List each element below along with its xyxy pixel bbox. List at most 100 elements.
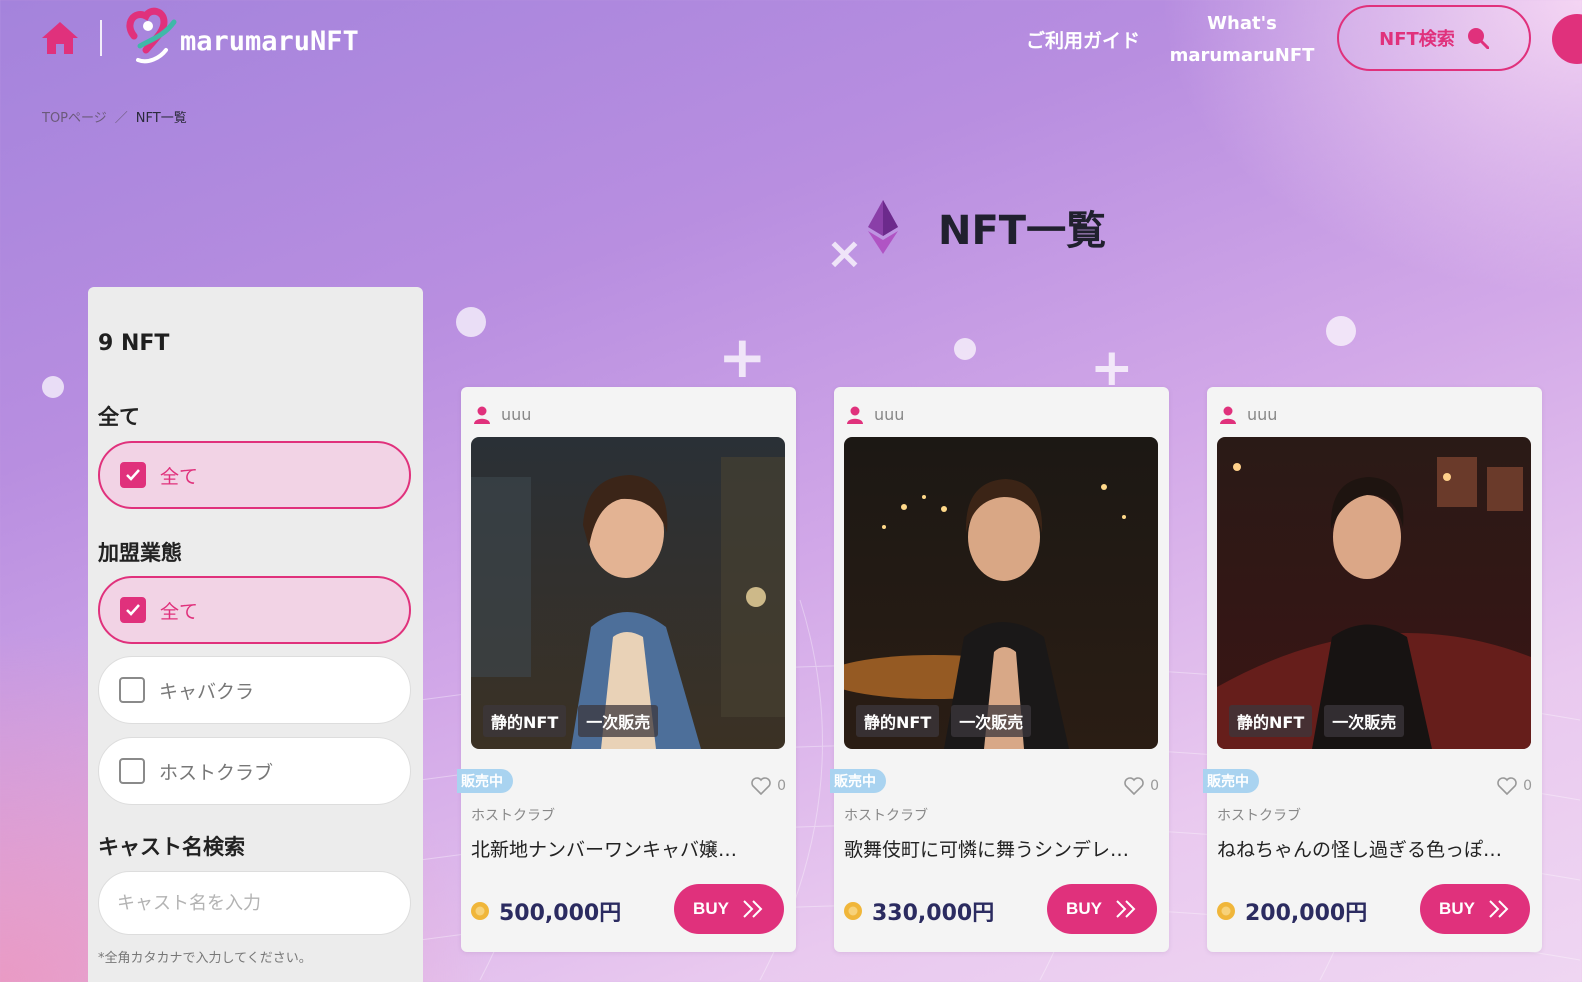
checkbox-unchecked-icon[interactable]	[119, 677, 145, 703]
filter-all-label: 全て	[160, 465, 199, 488]
buy-label: BUY	[693, 899, 729, 918]
like-count: 0	[1523, 778, 1532, 794]
card-owner: uuu	[846, 405, 904, 424]
card-category: ホストクラブ	[844, 808, 928, 824]
user-icon	[847, 406, 863, 424]
price-value: 500,000円	[499, 901, 622, 926]
nav-guide-link[interactable]: ご利用ガイド	[1026, 26, 1140, 53]
filter-business-hostclub-label: ホストクラブ	[159, 761, 274, 784]
checkbox-unchecked-icon[interactable]	[119, 758, 145, 784]
site-logo[interactable]: marumaruNFT	[120, 4, 359, 72]
price-value: 330,000円	[872, 901, 995, 926]
heart-icon[interactable]	[1497, 777, 1517, 795]
site-header: marumaruNFT ご利用ガイド What's marumaruNFT NF…	[0, 0, 1582, 80]
tag-primary-sale: 一次販売	[951, 705, 1032, 737]
double-chevron-right-icon	[743, 900, 763, 918]
like-counter[interactable]: 0	[1124, 777, 1159, 795]
card-price: 330,000円	[844, 895, 994, 927]
heart-icon[interactable]	[1124, 777, 1144, 795]
coin-icon	[471, 902, 489, 920]
like-counter[interactable]: 0	[1497, 777, 1532, 795]
card-price: 200,000円	[1217, 895, 1367, 927]
tag-static-nft: 静的NFT	[483, 705, 567, 737]
coin-icon	[844, 902, 862, 920]
logo-mark-icon	[126, 7, 177, 64]
card-owner-name: uuu	[874, 405, 905, 424]
breadcrumb: TOPページ ／ NFT一覧	[42, 107, 187, 126]
coin-icon	[1217, 902, 1235, 920]
breadcrumb-separator: ／	[114, 111, 128, 126]
cast-search-note: *全角カタカナで入力してください。	[98, 951, 312, 966]
breadcrumb-top-link[interactable]: TOPページ	[42, 107, 107, 126]
like-counter[interactable]: 0	[751, 777, 786, 795]
nft-count: 9 NFT	[98, 331, 170, 356]
tag-primary-sale: 一次販売	[1324, 705, 1405, 737]
page-title: NFT一覧	[938, 208, 1107, 254]
nft-image[interactable]: 静的NFT 一次販売	[844, 437, 1158, 749]
ethereum-icon	[868, 200, 898, 254]
filter-business-all-label: 全て	[160, 600, 199, 623]
card-price: 500,000円	[471, 895, 621, 927]
like-count: 0	[1150, 778, 1159, 794]
cast-search-input[interactable]	[98, 871, 411, 935]
card-category: ホストクラブ	[471, 808, 555, 824]
page-title-block: NFT一覧	[868, 198, 1106, 256]
buy-button[interactable]: BUY	[1047, 884, 1157, 934]
nft-image[interactable]: 静的NFT 一次販売	[471, 437, 785, 749]
user-icon	[1220, 406, 1236, 424]
nft-search-button[interactable]: NFT検索	[1337, 5, 1531, 71]
filter-business-cabaret-label: キャバクラ	[159, 680, 255, 703]
buy-label: BUY	[1066, 899, 1102, 918]
filter-business-all[interactable]: 全て	[98, 576, 411, 644]
tag-static-nft: 静的NFT	[1229, 705, 1313, 737]
card-owner: uuu	[473, 405, 531, 424]
on-sale-badge: 販売中	[1203, 769, 1259, 793]
tag-primary-sale: 一次販売	[578, 705, 659, 737]
nft-tags: 静的NFT 一次販売	[483, 705, 659, 737]
nft-tags: 静的NFT 一次販売	[1229, 705, 1405, 737]
tag-static-nft: 静的NFT	[856, 705, 940, 737]
buy-label: BUY	[1439, 899, 1475, 918]
nft-search-label: NFT検索	[1379, 29, 1455, 50]
user-icon	[474, 406, 490, 424]
card-owner-name: uuu	[1247, 405, 1278, 424]
cast-search-heading: キャスト名検索	[98, 835, 245, 859]
menu-button[interactable]	[1552, 14, 1582, 64]
nft-card[interactable]: uuu 静的NFT 一次販売 販売中 0 ホストクラブ 北新地ナンバーワンキャバ…	[457, 387, 796, 952]
double-chevron-right-icon	[1116, 900, 1136, 918]
price-value: 200,000円	[1245, 901, 1368, 926]
logo-text: marumaruNFT	[180, 25, 359, 57]
on-sale-badge: 販売中	[830, 769, 886, 793]
buy-button[interactable]: BUY	[674, 884, 784, 934]
card-title[interactable]: ねねちゃんの怪し過ぎる色っぽ…	[1217, 835, 1517, 862]
filter-business-hostclub[interactable]: ホストクラブ	[98, 737, 411, 805]
card-owner: uuu	[1219, 405, 1277, 424]
like-count: 0	[777, 778, 786, 794]
card-title[interactable]: 北新地ナンバーワンキャバ嬢…	[471, 835, 771, 862]
nft-card[interactable]: uuu 静的NFT 一次販売 販売中 0 ホストクラブ ねねちゃんの怪し過ぎる色…	[1203, 387, 1542, 952]
filter-all-heading: 全て	[98, 405, 140, 429]
buy-button[interactable]: BUY	[1420, 884, 1530, 934]
on-sale-badge: 販売中	[457, 769, 513, 793]
filter-business-heading: 加盟業態	[98, 541, 182, 565]
nft-card[interactable]: uuu 静的NFT 一次販売 販売中 0 ホストクラブ 歌舞伎町に可憐に舞うシン…	[830, 387, 1169, 952]
card-owner-name: uuu	[501, 405, 532, 424]
nft-image[interactable]: 静的NFT 一次販売	[1217, 437, 1531, 749]
nft-tags: 静的NFT 一次販売	[856, 705, 1032, 737]
nav-whats-link[interactable]: What's marumaruNFT	[1168, 8, 1316, 72]
nav-whats-line2: marumaruNFT	[1169, 45, 1315, 66]
heart-icon[interactable]	[751, 777, 771, 795]
checkbox-checked-icon[interactable]	[120, 597, 146, 623]
filter-sidebar: 9 NFT 全て 全て 加盟業態 全て キャバクラ ホストクラブ キャスト名検索…	[88, 287, 423, 982]
nav-whats-line1: What's	[1207, 13, 1277, 34]
card-category: ホストクラブ	[1217, 808, 1301, 824]
breadcrumb-current: NFT一覧	[135, 111, 187, 126]
card-title[interactable]: 歌舞伎町に可憐に舞うシンデレ…	[844, 835, 1144, 862]
filter-business-cabaret[interactable]: キャバクラ	[98, 656, 411, 724]
search-icon	[1467, 28, 1489, 49]
double-chevron-right-icon	[1489, 900, 1509, 918]
header-divider	[100, 20, 102, 56]
home-icon[interactable]	[40, 20, 80, 56]
filter-all-option[interactable]: 全て	[98, 441, 411, 509]
checkbox-checked-icon[interactable]	[120, 462, 146, 488]
